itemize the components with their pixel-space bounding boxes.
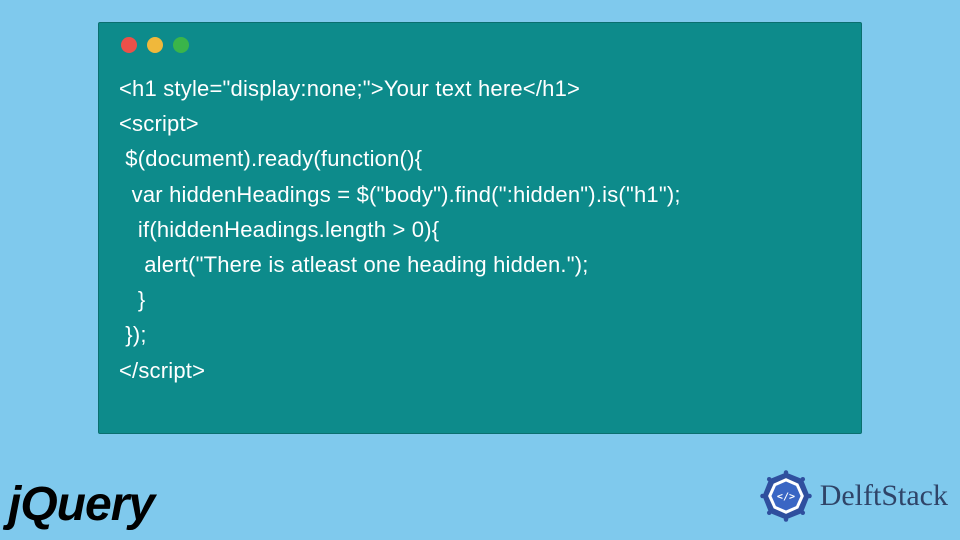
delftstack-text: DelftStack (820, 479, 948, 513)
code-line: } (119, 287, 146, 312)
delftstack-brand: </> DelftStack (758, 468, 948, 524)
jquery-logo: jQuery (8, 477, 154, 532)
code-line: <h1 style="display:none;">Your text here… (119, 76, 580, 101)
svg-text:</>: </> (777, 491, 795, 502)
maximize-icon (173, 37, 189, 53)
window-traffic-lights (121, 37, 841, 53)
code-line: var hiddenHeadings = $("body").find(":hi… (119, 182, 681, 207)
minimize-icon (147, 37, 163, 53)
code-line: <script> (119, 111, 199, 136)
code-line: }); (119, 322, 147, 347)
close-icon (121, 37, 137, 53)
code-line: alert("There is atleast one heading hidd… (119, 252, 589, 277)
code-block: <h1 style="display:none;">Your text here… (119, 71, 841, 388)
delftstack-icon: </> (758, 468, 814, 524)
code-line: $(document).ready(function(){ (119, 146, 422, 171)
code-line: if(hiddenHeadings.length > 0){ (119, 217, 439, 242)
code-window: <h1 style="display:none;">Your text here… (98, 22, 862, 434)
code-line: </script> (119, 358, 205, 383)
